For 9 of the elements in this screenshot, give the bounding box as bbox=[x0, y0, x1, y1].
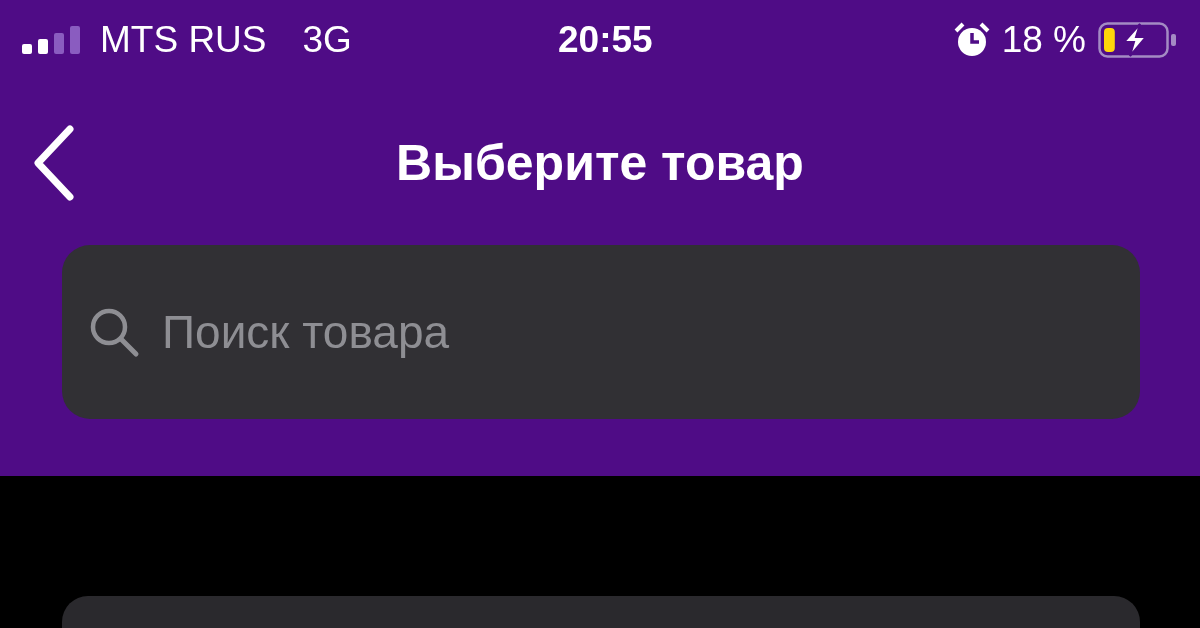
alarm-clock-icon bbox=[953, 22, 990, 58]
screen-title: Выберите товар bbox=[396, 133, 804, 192]
search-icon bbox=[88, 306, 140, 358]
network-type: 3G bbox=[302, 19, 352, 61]
battery-icon bbox=[1098, 22, 1178, 58]
status-time: 20:55 bbox=[558, 19, 654, 61]
search-field[interactable]: Поиск товара bbox=[62, 245, 1140, 419]
battery-percent: 18 % bbox=[1001, 19, 1086, 61]
carrier-name: MTS RUS bbox=[100, 19, 267, 61]
